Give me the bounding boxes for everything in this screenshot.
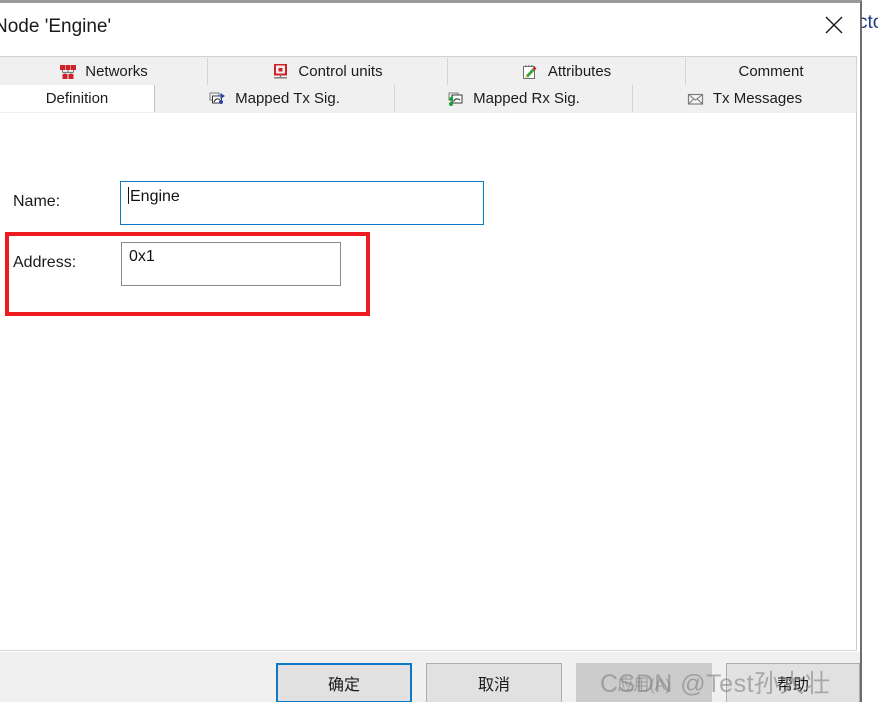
tab-mapped-rx-sig-label: Mapped Rx Sig. — [473, 90, 580, 107]
dialog-title: Node 'Engine' — [0, 16, 112, 37]
address-input[interactable]: 0x1 — [121, 242, 341, 286]
tab-tx-messages[interactable]: Tx Messages — [633, 85, 857, 112]
tab-attributes[interactable]: Attributes — [448, 58, 686, 85]
apply-button: 应用(A) — [576, 663, 712, 702]
tab-attributes-label: Attributes — [547, 63, 612, 80]
background-window: cto — [862, 0, 878, 702]
address-label: Address: — [13, 254, 77, 271]
ok-button[interactable]: 确定 — [276, 663, 412, 702]
help-button-label: 帮助 — [776, 677, 809, 694]
network-icon — [59, 64, 77, 80]
tab-mapped-tx-sig[interactable]: Mapped Tx Sig. — [155, 85, 395, 112]
tab-strip: Networks Control units Attributes Commen… — [0, 56, 857, 113]
tab-definition-label: Definition — [45, 90, 109, 107]
name-label: Name: — [13, 193, 61, 210]
cancel-button[interactable]: 取消 — [426, 663, 562, 702]
tab-row-1: Networks Control units Attributes Commen… — [0, 58, 857, 85]
dialog-button-bar: 确定 取消 应用(A) 帮助 — [0, 652, 860, 702]
tab-comment[interactable]: Comment — [686, 58, 857, 85]
mapped-rx-icon — [447, 91, 465, 107]
help-button[interactable]: 帮助 — [726, 663, 860, 702]
attributes-icon — [522, 64, 540, 80]
tab-definition[interactable]: Definition — [0, 85, 155, 112]
control-unit-icon — [272, 63, 290, 80]
screen: cto Node 'Engine' — [0, 0, 878, 702]
tab-control-units[interactable]: Control units — [208, 58, 448, 85]
name-input[interactable]: Engine — [120, 181, 484, 225]
ok-button-label: 确定 — [327, 677, 360, 694]
definition-tab-panel: Name: Engine Address: 0x1 — [0, 113, 857, 651]
tab-tx-messages-label: Tx Messages — [712, 90, 803, 107]
tab-row-2: Definition Mapped Tx Sig. Mapped Rx Sig.… — [0, 85, 857, 112]
close-icon[interactable] — [810, 3, 858, 47]
name-input-value: Engine — [130, 188, 180, 205]
tab-networks-label: Networks — [85, 63, 148, 80]
background-window-text: cto — [862, 12, 878, 33]
tab-comment-label: Comment — [738, 63, 804, 80]
tab-mapped-rx-sig[interactable]: Mapped Rx Sig. — [395, 85, 633, 112]
tab-networks[interactable]: Networks — [0, 58, 208, 85]
apply-button-label: 应用(A) — [617, 677, 671, 694]
mapped-tx-icon — [209, 91, 227, 107]
text-caret — [128, 187, 129, 204]
cancel-button-label: 取消 — [477, 677, 510, 694]
tab-control-units-label: Control units — [298, 63, 383, 80]
dialog-titlebar: Node 'Engine' — [0, 3, 860, 54]
tab-mapped-tx-sig-label: Mapped Tx Sig. — [235, 90, 340, 107]
address-input-value: 0x1 — [129, 248, 155, 265]
node-properties-dialog: Node 'Engine' Networks Control units Att… — [0, 0, 862, 702]
envelope-icon — [687, 91, 705, 107]
